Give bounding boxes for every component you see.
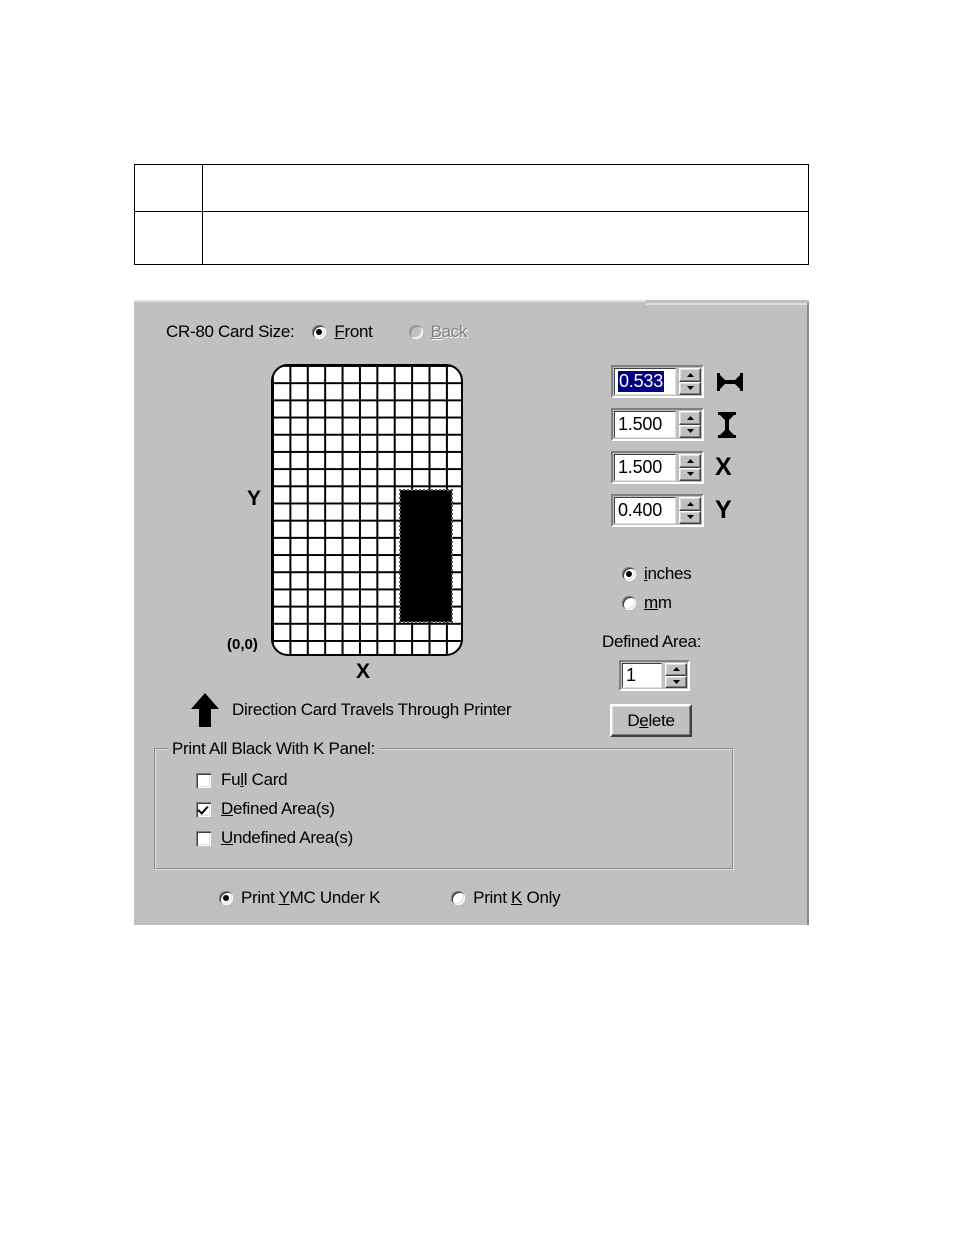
radio-inches[interactable]: inches: [622, 564, 692, 584]
radio-front-label: Front: [334, 322, 373, 341]
width-arrows-icon: [715, 371, 745, 393]
caret-down-icon: [686, 429, 694, 434]
x-position-spinbox[interactable]: 1.500: [611, 451, 704, 484]
width-spin-down-button[interactable]: [679, 381, 701, 395]
defined-area-label: Defined Area:: [602, 632, 702, 651]
defined-area-spin-down-button[interactable]: [665, 675, 687, 688]
radio-print-ymc-under-k[interactable]: Print YMC Under K: [219, 888, 380, 908]
panel-tab-notch: [646, 303, 809, 305]
checkbox-defined-areas-label: Defined Area(s): [221, 799, 335, 818]
x-position-input[interactable]: 1.500: [614, 454, 676, 481]
card-setup-dialog: CR-80 Card Size: Front Back Y X (0,0) Di…: [134, 300, 809, 925]
radio-print-ymc-under-k-indicator[interactable]: [219, 891, 233, 905]
units-radio-group: inches mm: [622, 564, 692, 622]
radio-print-ymc-under-k-label: Print YMC Under K: [241, 888, 381, 907]
caret-up-icon: [686, 501, 694, 506]
panel-right-edge: [807, 303, 809, 925]
caret-down-icon: [686, 515, 694, 520]
checkbox-undefined-areas[interactable]: Undefined Area(s): [196, 828, 353, 848]
table-cell: [202, 164, 809, 212]
height-spin-down-button[interactable]: [679, 424, 701, 438]
y-position-spinbox[interactable]: 0.400: [611, 494, 704, 527]
card-size-row: CR-80 Card Size: Front Back: [166, 322, 468, 342]
defined-area-spinbox[interactable]: 1: [619, 660, 690, 691]
caret-up-icon: [686, 372, 694, 377]
y-position-spin-buttons[interactable]: [679, 497, 701, 524]
radio-front-indicator[interactable]: [312, 325, 327, 339]
field-x-position[interactable]: 1.500 X: [611, 451, 745, 484]
defined-area-input[interactable]: 1: [622, 663, 662, 688]
caret-up-icon: [686, 415, 694, 420]
width-input[interactable]: 0.533: [614, 368, 676, 395]
caret-down-icon: [686, 386, 694, 391]
delete-button[interactable]: Delete: [610, 704, 692, 737]
y-position-spin-up-button[interactable]: [679, 497, 701, 511]
caret-down-icon: [686, 472, 694, 477]
caret-down-icon: [672, 679, 680, 684]
field-height[interactable]: 1.500: [611, 408, 745, 441]
table-row: [134, 211, 809, 265]
checkbox-full-card-box[interactable]: [196, 772, 211, 788]
caret-up-icon: [672, 667, 680, 672]
x-axis-label: X: [356, 660, 371, 683]
table-row: [134, 164, 809, 212]
delete-button-label: Delete: [627, 710, 675, 730]
table-cell: [202, 211, 809, 265]
up-arrow-icon: [191, 693, 219, 727]
radio-back[interactable]: Back: [408, 322, 468, 342]
checkbox-full-card-label: Full Card: [221, 770, 288, 789]
width-spin-buttons[interactable]: [679, 368, 701, 395]
print-mode-radio-group: Print YMC Under K Print K Only: [134, 888, 809, 908]
panel-top-edge: [134, 300, 646, 302]
height-spin-buttons[interactable]: [679, 411, 701, 438]
radio-mm-label: mm: [644, 593, 672, 612]
height-arrows-icon: [715, 411, 745, 439]
x-position-spin-buttons[interactable]: [679, 454, 701, 481]
k-panel-legend: Print All Black With K Panel:: [168, 739, 379, 759]
radio-inches-indicator[interactable]: [622, 567, 636, 581]
defined-area-spin-up-button[interactable]: [665, 663, 687, 676]
x-axis-icon: X: [715, 453, 732, 481]
table-cell: [134, 164, 203, 212]
document-table: [134, 164, 809, 265]
height-input[interactable]: 1.500: [614, 411, 676, 438]
table-cell: [134, 211, 203, 265]
direction-text: Direction Card Travels Through Printer: [232, 700, 512, 719]
width-spin-up-button[interactable]: [679, 368, 701, 382]
checkbox-defined-areas-box[interactable]: [196, 801, 211, 817]
radio-front[interactable]: Front: [312, 322, 373, 342]
defined-area-spin-buttons[interactable]: [665, 663, 687, 688]
caret-up-icon: [686, 458, 694, 463]
y-position-spin-down-button[interactable]: [679, 510, 701, 524]
defined-area-rectangle[interactable]: [399, 489, 453, 623]
width-spinbox[interactable]: 0.533: [611, 365, 704, 398]
k-panel-group: Print All Black With K Panel: Full Card …: [154, 739, 734, 870]
checkbox-undefined-areas-box[interactable]: [196, 830, 211, 846]
origin-label: (0,0): [227, 636, 258, 653]
checkbox-full-card[interactable]: Full Card: [196, 770, 288, 790]
defined-area-selector[interactable]: 1: [619, 660, 690, 691]
field-y-position[interactable]: 0.400 Y: [611, 494, 745, 527]
height-spinbox[interactable]: 1.500: [611, 408, 704, 441]
checkbox-undefined-areas-label: Undefined Area(s): [221, 828, 353, 847]
field-width[interactable]: 0.533: [611, 365, 745, 398]
checkbox-defined-areas[interactable]: Defined Area(s): [196, 799, 335, 819]
radio-print-k-only-indicator[interactable]: [451, 891, 466, 905]
y-axis-icon: Y: [715, 496, 732, 524]
radio-back-indicator[interactable]: [408, 325, 423, 339]
radio-mm-indicator[interactable]: [622, 596, 636, 610]
radio-back-label: Back: [430, 322, 468, 341]
radio-print-k-only-label: Print K Only: [473, 888, 561, 907]
y-axis-label: Y: [247, 487, 262, 510]
radio-inches-label: inches: [644, 564, 692, 583]
x-position-spin-down-button[interactable]: [679, 467, 701, 481]
y-position-input[interactable]: 0.400: [614, 497, 676, 524]
radio-print-k-only[interactable]: Print K Only: [451, 888, 561, 908]
radio-mm[interactable]: mm: [622, 593, 691, 613]
card-size-label: CR-80 Card Size:: [166, 322, 295, 341]
height-spin-up-button[interactable]: [679, 411, 701, 425]
direction-row: Direction Card Travels Through Printer: [190, 692, 512, 728]
x-position-spin-up-button[interactable]: [679, 454, 701, 468]
